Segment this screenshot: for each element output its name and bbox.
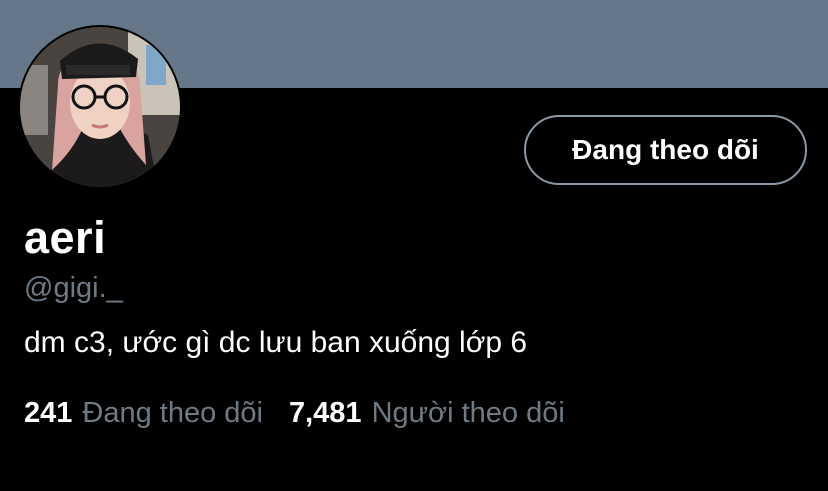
- followers-label: Người theo dõi: [371, 397, 565, 429]
- avatar-image: [20, 27, 180, 187]
- handle: @gigi._: [24, 272, 123, 304]
- bio: dm c3, ước gì dc lưu ban xuống lớp 6: [24, 326, 528, 359]
- display-name: aeri: [24, 212, 107, 263]
- followers-stat-link[interactable]: 7,481 Người theo dõi: [289, 394, 565, 432]
- avatar[interactable]: [18, 25, 182, 189]
- following-stat-link[interactable]: 241 Đang theo dõi: [24, 394, 263, 432]
- following-label: Đang theo dõi: [82, 397, 263, 429]
- following-button[interactable]: Đang theo dõi: [524, 115, 807, 185]
- stats-row: 241 Đang theo dõi 7,481 Người theo dõi: [24, 394, 565, 432]
- following-count: 241: [24, 397, 73, 429]
- followers-count: 7,481: [288, 397, 362, 429]
